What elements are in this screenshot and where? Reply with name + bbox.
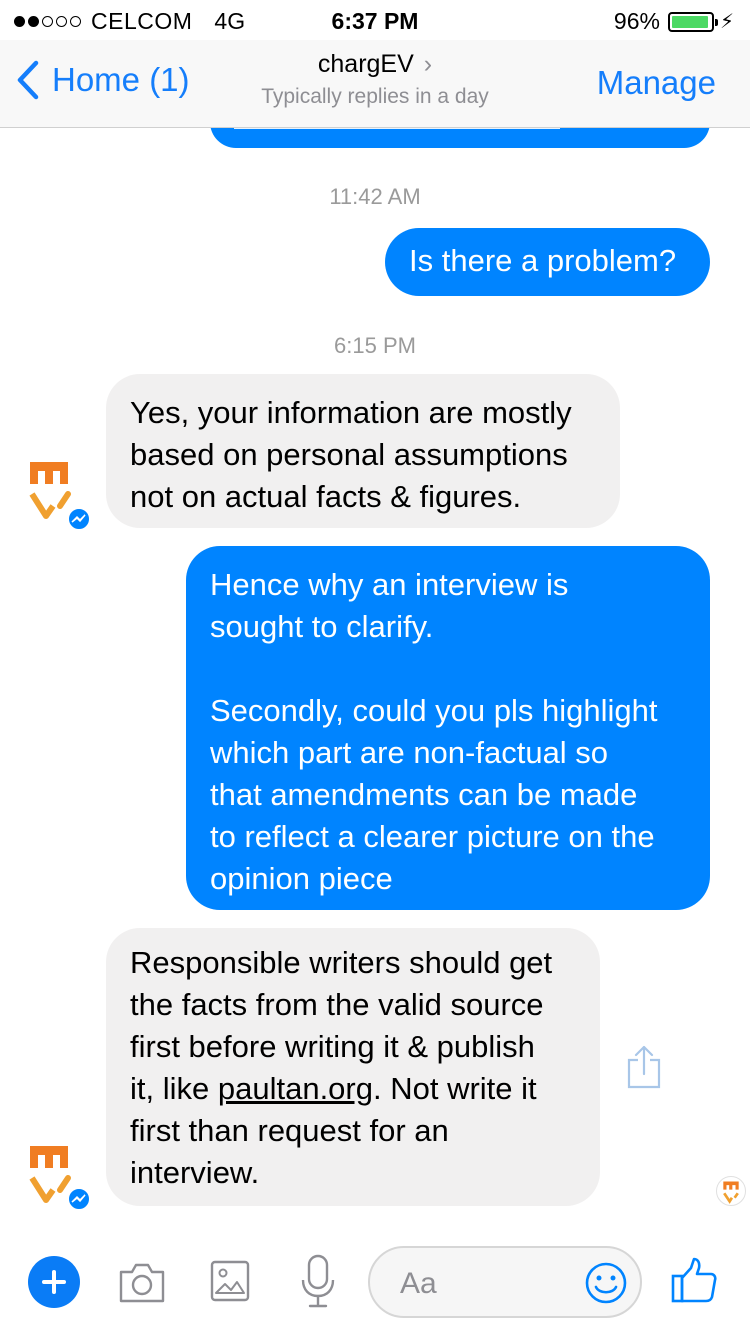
message-input[interactable]: Aa: [368, 1246, 642, 1318]
message-bubble-incoming[interactable]: Responsible writers should get the facts…: [106, 928, 600, 1206]
message-bubble-outgoing[interactable]: Is there a problem?: [385, 228, 710, 296]
manage-button[interactable]: Manage: [597, 64, 716, 102]
smiley-icon: [585, 1262, 627, 1304]
add-button[interactable]: [28, 1256, 80, 1308]
chevron-right-icon: ›: [423, 50, 433, 78]
battery-percent: 96%: [613, 8, 660, 34]
share-button[interactable]: [626, 1044, 662, 1095]
messenger-badge-icon: [66, 506, 92, 532]
status-right: 96% ⚡: [614, 8, 734, 35]
message-timestamp: 11:42 AM: [329, 184, 421, 209]
thumbs-up-icon: [671, 1257, 717, 1303]
battery-icon: [667, 11, 718, 32]
photo-button[interactable]: [210, 1260, 250, 1307]
chargev-logo-icon: [723, 1181, 739, 1204]
page-title: chargEV: [317, 50, 414, 78]
camera-button[interactable]: [118, 1260, 166, 1309]
message-text: Yes, your information are mostly based o…: [130, 395, 572, 514]
message-text: Hence why an interview is sought to clar…: [210, 567, 569, 644]
message-composer: Aa: [0, 1230, 750, 1334]
microphone-icon: [301, 1254, 335, 1308]
navigation-bar: Home (1) chargEV › Typically replies in a…: [0, 40, 750, 128]
message-bubble-incoming[interactable]: Yes, your information are mostly based o…: [106, 374, 620, 528]
message-timestamp: 6:15 PM: [334, 333, 416, 358]
status-bar: CELCOM 4G 6:37 PM 96% ⚡: [0, 0, 750, 40]
message-bubble-outgoing[interactable]: Hence why an interview is sought to clar…: [186, 546, 710, 910]
message-text: Is there a problem?: [409, 243, 677, 278]
charging-icon: ⚡: [719, 11, 734, 33]
message-link[interactable]: paultan.org: [218, 1071, 373, 1106]
avatar[interactable]: [22, 458, 92, 532]
share-icon: [627, 1045, 661, 1089]
message-input-placeholder: Aa: [400, 1267, 437, 1300]
voice-button[interactable]: [300, 1254, 336, 1313]
photo-icon: [210, 1260, 250, 1302]
camera-icon: [119, 1263, 165, 1303]
like-button[interactable]: [670, 1256, 718, 1309]
emoji-button[interactable]: [584, 1261, 628, 1310]
read-receipt-avatar: [716, 1176, 746, 1206]
avatar[interactable]: [22, 1142, 92, 1212]
message-text: Responsible writers should get the facts…: [130, 942, 576, 1194]
messenger-badge-icon: [66, 1186, 92, 1212]
message-text: Secondly, could you pls highlight which …: [210, 693, 658, 896]
